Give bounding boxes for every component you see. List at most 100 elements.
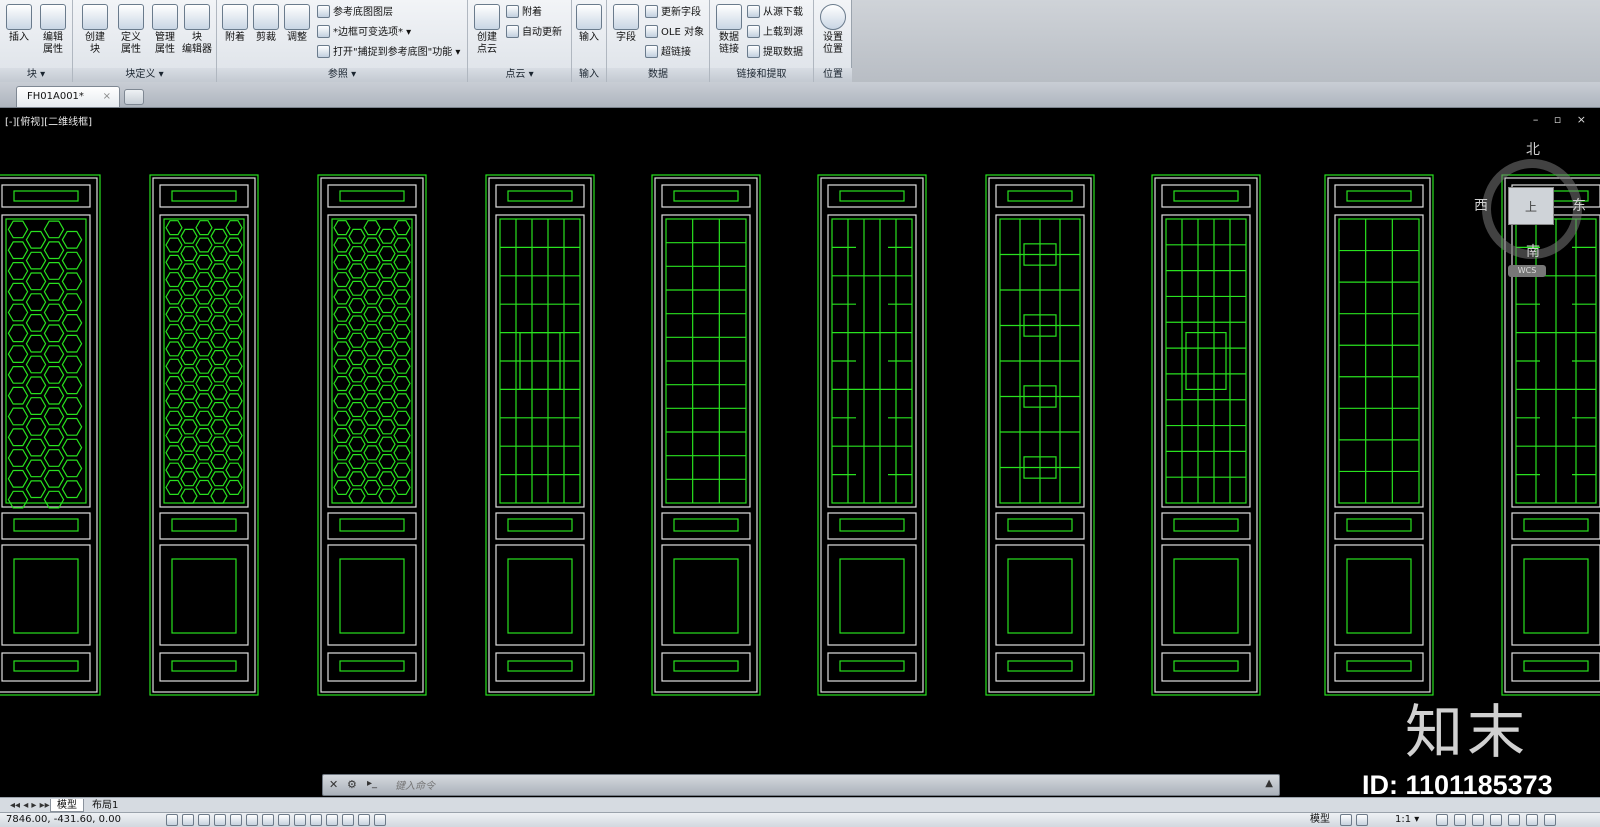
isolate-icon[interactable] <box>1526 814 1538 826</box>
hex-cell <box>210 436 228 452</box>
compass-north[interactable]: 北 <box>1526 139 1540 159</box>
insert-button[interactable]: 插入 <box>3 4 35 44</box>
ole-object-button[interactable]: OLE 对象 <box>645 25 704 41</box>
manage-attributes-button[interactable]: 管理 属性 <box>149 4 181 56</box>
infer-icon[interactable] <box>166 814 178 826</box>
viewcube[interactable]: 北 西 东 南 上 WCS <box>1472 137 1592 287</box>
data-link-button[interactable]: 数据 链接 <box>713 4 745 56</box>
waist-rail-slot <box>839 518 905 532</box>
osnap-icon[interactable] <box>246 814 258 826</box>
point-cloud-attach-button[interactable]: 附着 <box>506 5 542 21</box>
hex-cell <box>210 384 228 400</box>
waist-rail <box>1161 512 1251 540</box>
quick-view-layouts-icon[interactable] <box>1340 814 1352 826</box>
hex-cell <box>195 376 213 392</box>
auto-scale-icon[interactable] <box>1454 814 1466 826</box>
extract-data-button[interactable]: 提取数据 <box>747 45 803 61</box>
panel-title-point-cloud[interactable]: 点云 ▾ <box>468 68 571 82</box>
grid-icon[interactable] <box>198 814 210 826</box>
kick-rail-slot <box>1007 660 1073 672</box>
snap-icon[interactable] <box>182 814 194 826</box>
snap-underlay-button[interactable]: 打开"捕捉到参考底图"功能 ▾ <box>317 45 460 61</box>
close-icon[interactable]: × <box>103 87 111 107</box>
hardware-accel-icon[interactable] <box>1508 814 1520 826</box>
3d-osnap-icon[interactable] <box>262 814 274 826</box>
selection-cycle-icon[interactable] <box>374 814 386 826</box>
adjust-button[interactable]: 调整 <box>281 4 313 44</box>
import-button[interactable]: 输入 <box>573 4 605 44</box>
compass-south[interactable]: 南 <box>1526 241 1540 261</box>
attach-button[interactable]: 附着 <box>219 4 251 44</box>
workspace-gear-icon[interactable] <box>1472 814 1484 826</box>
quick-view-drawings-icon[interactable] <box>1356 814 1368 826</box>
compass-west[interactable]: 西 <box>1474 195 1488 215</box>
lineweight-icon[interactable] <box>326 814 338 826</box>
polar-icon[interactable] <box>230 814 242 826</box>
panel-title-block-definition[interactable]: 块定义 ▾ <box>73 68 216 82</box>
kick-rail <box>495 652 585 682</box>
model-space-button[interactable]: 模型 <box>1310 813 1330 827</box>
annotation-scale[interactable]: 1:1 ▾ <box>1395 813 1419 827</box>
viewcube-top-face[interactable]: 上 <box>1508 187 1554 225</box>
compass-east[interactable]: 东 <box>1572 195 1586 215</box>
wrench-icon[interactable]: ⚙ <box>347 778 357 791</box>
top-rail-slot <box>1173 190 1239 202</box>
lock-icon[interactable] <box>1490 814 1502 826</box>
hex-cell <box>180 471 198 487</box>
tab-model[interactable]: 模型 <box>50 799 84 812</box>
panel-title-block[interactable]: 块 ▾ <box>0 68 72 82</box>
hex-cell <box>165 376 183 392</box>
coordinates-readout[interactable]: 7846.00, -431.60, 0.00 <box>6 813 121 827</box>
hex-cell <box>348 419 366 435</box>
lattice-center-box <box>1185 332 1227 391</box>
hex-cell <box>333 237 351 253</box>
tab-layout1[interactable]: 布局1 <box>86 799 124 812</box>
quick-props-icon[interactable] <box>358 814 370 826</box>
field-button[interactable]: 字段 <box>610 4 642 44</box>
block-editor-button[interactable]: 块 编辑器 <box>181 4 213 56</box>
upload-source-button[interactable]: 上载到源 <box>747 25 803 41</box>
close-icon[interactable]: ✕ <box>329 778 338 791</box>
drawing-viewport[interactable]: [-][俯视][二维线框] – ▫ × 北 西 东 南 上 WCS <box>0 109 1600 797</box>
update-fields-button[interactable]: 更新字段 <box>645 5 701 21</box>
edit-attributes-button[interactable]: 编辑 属性 <box>37 4 69 56</box>
wcs-menu[interactable]: WCS <box>1508 265 1546 277</box>
ducs-icon[interactable] <box>294 814 306 826</box>
otrack-icon[interactable] <box>278 814 290 826</box>
new-tab-button[interactable] <box>124 89 144 105</box>
viewport-window-controls[interactable]: – ▫ × <box>1533 113 1592 126</box>
status-bar: 7846.00, -431.60, 0.00 模型 1:1 ▾ <box>0 812 1600 827</box>
create-block-button[interactable]: 创建 块 <box>79 4 111 56</box>
frames-variable-button[interactable]: *边框可变选项* ▾ <box>317 25 411 41</box>
define-attributes-button[interactable]: 定义 属性 <box>115 4 147 56</box>
panel-title-linking: 链接和提取 <box>710 68 813 82</box>
viewport-controls-label[interactable]: [-][俯视][二维线框] <box>5 113 92 128</box>
chevron-up-icon[interactable]: ▲ <box>1265 778 1273 789</box>
underlay-layers-button[interactable]: 参考底图图层 <box>317 5 393 21</box>
create-point-cloud-button[interactable]: 创建 点云 <box>471 4 503 56</box>
hyperlink-button[interactable]: 超链接 <box>645 45 691 61</box>
download-source-button[interactable]: 从源下载 <box>747 5 803 21</box>
command-input[interactable] <box>395 778 1255 794</box>
document-tab[interactable]: FH01A001* × <box>16 86 120 107</box>
layout-nav-arrows[interactable]: ◂◂ ◂ ▸ ▸▸ <box>4 799 56 812</box>
manage-attribute-icon <box>152 4 178 30</box>
hex-cell <box>195 306 213 322</box>
clean-screen-icon[interactable] <box>1544 814 1556 826</box>
annotation-visibility-icon[interactable] <box>1436 814 1448 826</box>
hex-cell <box>225 341 243 357</box>
panel-title-reference[interactable]: 参照 ▾ <box>217 68 467 82</box>
auto-update-button[interactable]: 自动更新 <box>506 25 562 41</box>
hex-cell <box>165 306 183 322</box>
hex-cell <box>165 272 183 288</box>
top-rail <box>1334 184 1424 208</box>
dyn-icon[interactable] <box>310 814 322 826</box>
layout-tab-bar: ◂◂ ◂ ▸ ▸▸ 模型 布局1 <box>0 797 1600 812</box>
hex-cell <box>225 393 243 409</box>
command-prompt-icon[interactable]: ▸_ <box>367 778 377 789</box>
ortho-icon[interactable] <box>214 814 226 826</box>
hex-cell <box>180 298 198 314</box>
clip-button[interactable]: 剪裁 <box>250 4 282 44</box>
transparency-icon[interactable] <box>342 814 354 826</box>
set-location-button[interactable]: 设置 位置 <box>817 4 849 56</box>
